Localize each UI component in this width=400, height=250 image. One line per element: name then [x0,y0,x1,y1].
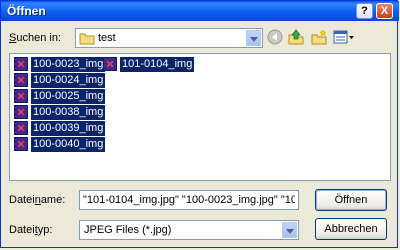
open-button[interactable]: Öffnen [315,189,387,211]
open-dialog: Öffnen ? X Suchen in: test 100-0023_img [0,0,399,248]
views-icon[interactable] [333,29,355,45]
filetype-label: Dateityp: [9,224,53,236]
lookin-dropdown[interactable]: test [75,28,263,48]
image-file-icon [14,121,28,135]
up-folder-icon[interactable] [288,29,304,45]
filetype-dropdown[interactable]: JPEG Files (*.jpg) [79,220,299,240]
file-list[interactable]: 100-0023_img 100-0024_img 100-0025_img 1… [9,53,391,181]
image-file-icon [14,89,28,103]
file-name: 100-0040_img [31,137,106,152]
close-icon: X [380,5,389,17]
filetype-value: JPEG Files (*.jpg) [84,224,172,236]
folder-icon [79,33,95,45]
image-file-icon [14,73,28,87]
image-file-icon [14,57,28,71]
file-name: 101-0104_img [120,57,195,72]
chevron-down-icon[interactable] [282,222,297,238]
window-title: Öffnen [7,4,46,18]
filename-value: "101-0104_img.jpg" "100-0023_img.jpg" "1… [83,194,295,206]
new-folder-icon[interactable] [311,29,327,45]
help-button[interactable]: ? [356,3,373,19]
file-name: 100-0023_img [31,57,106,72]
file-name: 100-0025_img [31,89,106,104]
filename-input[interactable]: "101-0104_img.jpg" "100-0023_img.jpg" "1… [79,190,299,210]
filename-label: Dateiname: [9,194,66,206]
close-button[interactable]: X [376,3,393,19]
lookin-label: Suchen in: [9,32,61,44]
back-icon[interactable] [267,29,283,45]
chevron-down-icon[interactable] [246,30,261,46]
file-name: 100-0038_img [31,105,106,120]
cancel-button[interactable]: Abbrechen [315,218,387,240]
image-file-icon [14,137,28,151]
file-name: 100-0039_img [31,121,106,136]
file-name: 100-0024_img [31,73,106,88]
title-bar[interactable]: Öffnen ? X [1,1,399,21]
image-file-icon [14,105,28,119]
image-file-icon [103,57,117,71]
help-icon: ? [361,5,368,17]
lookin-value: test [98,32,116,44]
